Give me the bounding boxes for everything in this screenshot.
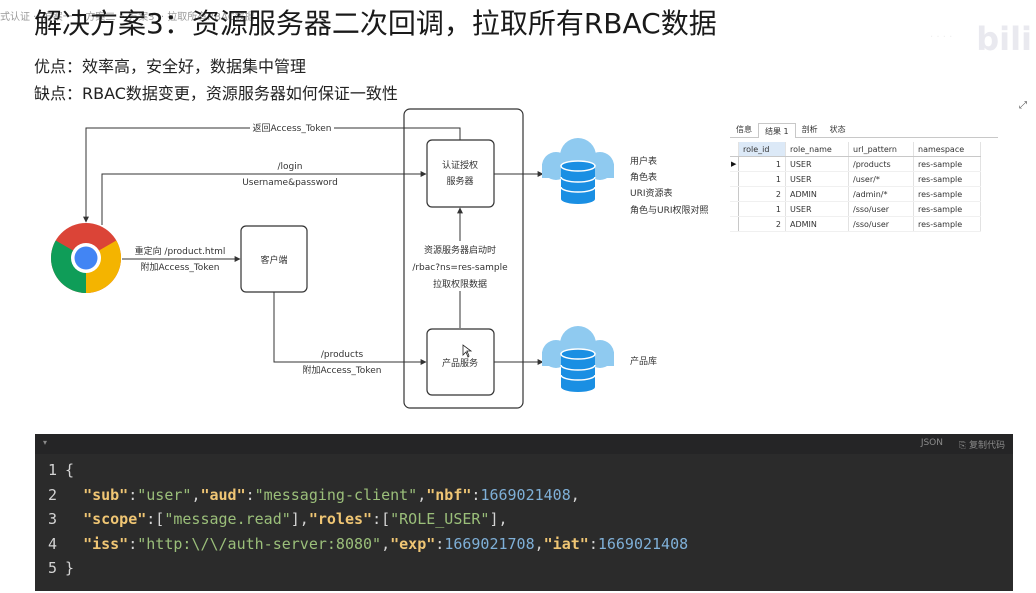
json-code-block: ▾ JSON ⎘ 复制代码 1{ 2 "sub":"user","aud":"m… <box>35 434 1013 591</box>
table-cell[interactable]: /sso/user <box>848 201 914 217</box>
table-cell[interactable]: 1 <box>738 156 786 172</box>
edge-redirect-label-2: 附加Access_Token <box>141 261 220 273</box>
db1-label-roles: 角色表 <box>630 171 657 183</box>
copy-code-label: 复制代码 <box>968 441 1005 451</box>
edge-login-label-1: /login <box>278 162 303 172</box>
edge-pull-label-1: 资源服务器启动时 <box>424 244 496 256</box>
json-key: "exp" <box>390 534 436 553</box>
table-header-row: role_id role_name url_pattern namespace <box>730 142 981 157</box>
product-service-label: 产品服务 <box>442 357 478 369</box>
line-number: 4 <box>47 534 57 553</box>
code-body: 1{ 2 "sub":"user","aud":"messaging-clien… <box>35 458 688 581</box>
table-cell[interactable]: ADMIN <box>785 216 849 232</box>
line-number: 1 <box>47 461 57 479</box>
code-line: 1{ <box>35 458 688 483</box>
db1-label-users: 用户表 <box>630 155 657 167</box>
column-header[interactable]: url_pattern <box>848 142 914 157</box>
line-number: 5 <box>47 559 57 577</box>
table-cell[interactable]: /admin/* <box>848 186 914 202</box>
edge-pull-label-2: /rbac?ns=res-sample <box>412 263 508 273</box>
table-row[interactable]: 2 ADMIN /sso/user res-sample <box>730 216 981 232</box>
json-key: "iss" <box>83 534 129 553</box>
code-line: 5} <box>35 556 688 581</box>
table-cell[interactable]: 1 <box>738 171 786 187</box>
json-key: "scope" <box>83 510 147 528</box>
code-token: } <box>65 559 75 577</box>
table-cell[interactable]: res-sample <box>913 216 981 232</box>
table-cell[interactable]: USER <box>785 171 849 187</box>
edge-return-token-label: 返回Access_Token <box>253 122 332 134</box>
json-number: 1669021408 <box>480 485 571 504</box>
row-marker-header <box>730 142 739 157</box>
code-line: 3 "scope":["message.read"],"roles":["ROL… <box>35 507 688 532</box>
table-cell[interactable]: 2 <box>738 186 786 202</box>
column-header[interactable]: namespace <box>913 142 981 157</box>
edge-products-label-2: 附加Access_Token <box>303 364 382 376</box>
json-key: "aud" <box>200 485 246 504</box>
client-label: 客户端 <box>260 254 287 266</box>
tab-profile[interactable]: 剖析 <box>796 122 824 137</box>
code-line: 4 "iss":"http:\/\/auth-server:8080","exp… <box>35 532 688 557</box>
table-cell[interactable]: res-sample <box>913 201 981 217</box>
table-cell[interactable]: /sso/user <box>848 216 914 232</box>
table-cell[interactable]: res-sample <box>913 171 981 187</box>
db-tabs: 信息 结果 1 剖析 状态 <box>730 122 998 138</box>
json-key: "nbf" <box>426 485 472 504</box>
table-cell[interactable]: USER <box>785 156 849 172</box>
edge-redirect-label-1: 重定向 /product.html <box>135 245 226 257</box>
current-row-marker-icon: ▶ <box>730 156 739 172</box>
db2-label: 产品库 <box>630 355 657 367</box>
table-row[interactable]: 1 USER /sso/user res-sample <box>730 201 981 217</box>
db-result-panel: 信息 结果 1 剖析 状态 role_id role_name url_patt… <box>730 122 998 232</box>
client-node: 客户端 <box>240 225 308 293</box>
code-token: { <box>65 461 75 479</box>
table-cell[interactable]: ADMIN <box>785 186 849 202</box>
tab-info[interactable]: 信息 <box>730 122 758 137</box>
json-key: "roles" <box>308 510 373 528</box>
json-string: "http:\/\/auth-server:8080" <box>137 534 382 553</box>
rbac-database-icon <box>542 138 614 204</box>
db1-label-uri: URI资源表 <box>630 187 673 199</box>
copy-code-button[interactable]: ⎘ 复制代码 <box>959 438 1005 451</box>
json-string: "message.read" <box>164 510 291 528</box>
table-cell[interactable]: 2 <box>738 216 786 232</box>
edge-pull-label-3: 拉取权限数据 <box>433 278 487 290</box>
table-cell[interactable]: res-sample <box>913 186 981 202</box>
auth-server-node: 认证授权 服务器 <box>426 139 495 208</box>
table-cell[interactable]: /user/* <box>848 171 914 187</box>
json-key: "sub" <box>83 485 129 504</box>
code-line: 2 "sub":"user","aud":"messaging-client",… <box>35 483 688 508</box>
tab-status[interactable]: 状态 <box>824 122 852 137</box>
table-row[interactable]: 1 USER /user/* res-sample <box>730 171 981 187</box>
json-string: "user" <box>137 485 192 504</box>
json-string: "ROLE_USER" <box>390 510 490 528</box>
code-language: JSON <box>920 438 943 448</box>
table-cell[interactable]: USER <box>785 201 849 217</box>
table-cell[interactable]: res-sample <box>913 156 981 172</box>
code-toolbar: ▾ JSON ⎘ 复制代码 <box>35 434 1013 454</box>
column-header[interactable]: role_name <box>785 142 849 157</box>
collapse-caret-icon[interactable]: ▾ <box>43 438 47 447</box>
product-service-node: 产品服务 <box>426 328 495 396</box>
table-row[interactable]: ▶ 1 USER /products res-sample <box>730 156 981 172</box>
tab-result-1[interactable]: 结果 1 <box>758 123 796 138</box>
line-number: 3 <box>47 510 57 528</box>
json-number: 1669021708 <box>444 534 535 553</box>
json-string: "messaging-client" <box>254 485 418 504</box>
db1-label-role-uri: 角色与URI权限对照 <box>630 204 709 216</box>
line-number: 2 <box>47 485 57 504</box>
product-database-icon <box>542 326 614 392</box>
json-number: 1669021408 <box>597 534 689 553</box>
column-header[interactable]: role_id <box>738 142 786 157</box>
table-row[interactable]: 2 ADMIN /admin/* res-sample <box>730 186 981 202</box>
chrome-browser-icon <box>51 223 121 293</box>
auth-server-label-1: 认证授权 <box>442 159 478 171</box>
table-cell[interactable]: 1 <box>738 201 786 217</box>
json-key: "iat" <box>543 534 589 553</box>
edge-login-label-2: Username&password <box>242 178 338 188</box>
table-cell[interactable]: /products <box>848 156 914 172</box>
db-result-table: role_id role_name url_pattern namespace … <box>730 142 981 232</box>
auth-server-label-2: 服务器 <box>446 175 473 187</box>
edge-products-label-1: /products <box>321 350 364 360</box>
